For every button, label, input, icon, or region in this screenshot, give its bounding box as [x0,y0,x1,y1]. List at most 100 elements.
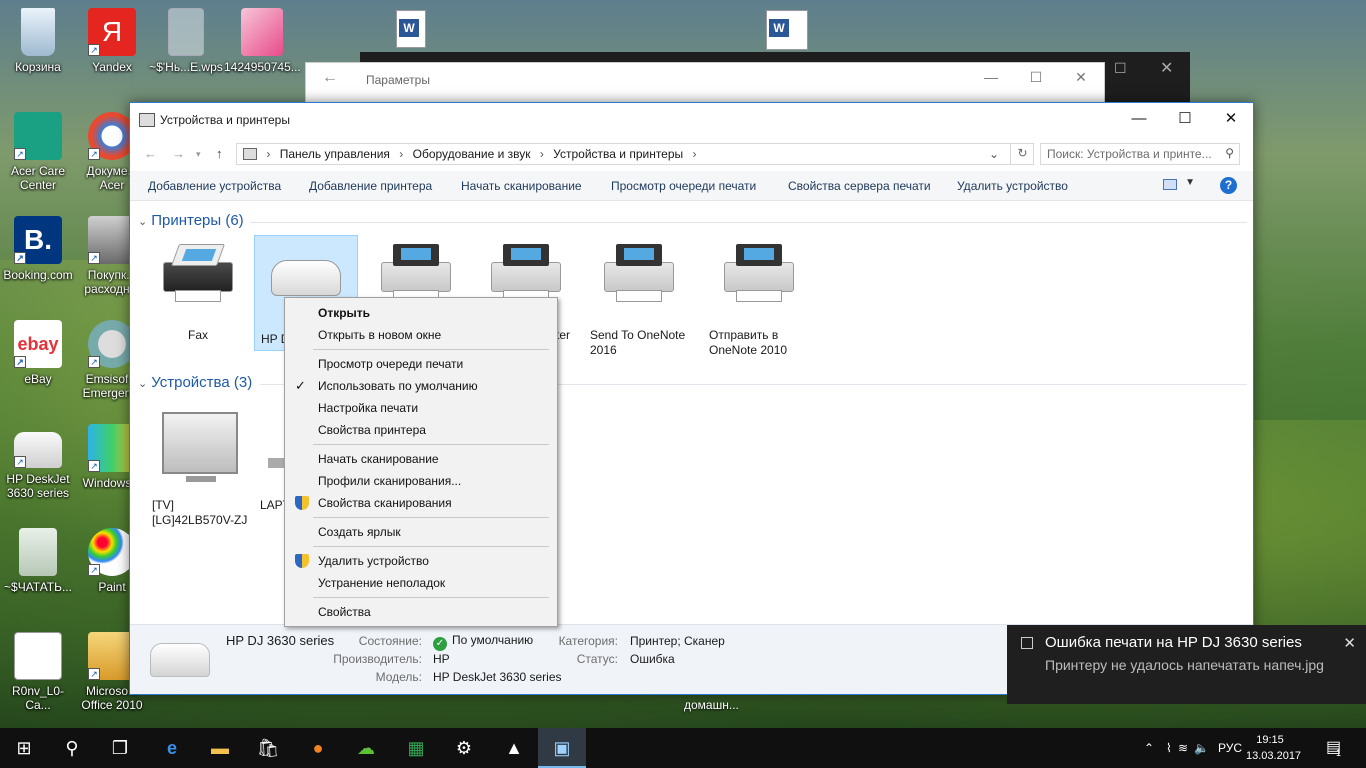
desktop-icon-hp-deskjet[interactable]: ↗ HP DeskJet 3630 series [0,424,76,500]
start-scan-button[interactable]: Начать сканирование [461,179,582,193]
printers-group-header[interactable]: ⌄ Принтеры (6) [138,212,244,229]
task-view-icon[interactable]: ❐ [96,728,144,768]
breadcrumb-sep[interactable]: › [540,147,544,161]
photos-icon[interactable]: ▲ [490,728,538,768]
view-options-icon[interactable] [1163,179,1177,190]
edge-browser-icon[interactable]: e [148,728,196,768]
close-button[interactable]: ✕ [1208,103,1254,137]
print-error-notification[interactable]: Ошибка печати на HP DJ 3630 series Принт… [1007,625,1366,704]
close-icon[interactable]: ✕ [1066,69,1096,86]
green-app-icon[interactable]: ☁ [342,728,390,768]
breadcrumb-devices-printers[interactable]: Устройства и принтеры [553,147,683,161]
settings-window[interactable]: ← Параметры — ☐ ✕ [305,62,1105,104]
network-icon[interactable]: ⌇ [1166,728,1172,768]
breadcrumb-hardware-sound[interactable]: Оборудование и звук [413,147,531,161]
search-icon[interactable]: ⚲ [48,728,96,768]
command-bar: Добавление устройства Добавление принтер… [130,171,1253,201]
breadcrumb-sep[interactable]: › [399,147,403,161]
title-bar[interactable]: Устройства и принтеры — ☐ ✕ [130,103,1253,137]
word-document-icon[interactable]: W [766,10,808,50]
desktop-icon-word-file[interactable]: ~$ЧАТАТЬ... [0,528,76,594]
printer-item-onenote-2010[interactable]: Отправить в OneNote 2010 [704,238,808,358]
menu-item-open[interactable]: Открыть [285,302,557,324]
devices-printers-taskbar-icon[interactable]: ▣ [538,728,586,768]
desktop-icon-ebay[interactable]: ebay ↗ eBay [0,320,76,386]
wifi-icon[interactable]: ≋ [1178,728,1188,768]
printer-item-send-to-onenote-2016[interactable]: Send To OneNote 2016 [584,238,688,358]
menu-item-print-preferences[interactable]: Настройка печати [285,397,557,419]
ebay-icon: ebay ↗ [14,320,62,368]
details-state-value: ✓ По умолчанию [433,633,533,651]
recent-dropdown-icon[interactable]: ▾ [196,149,201,160]
desktop-icon-acer-care-center[interactable]: ↗ Acer Care Center [0,112,76,192]
collapse-chevron-icon[interactable]: ⌄ [138,216,147,228]
spreadsheet-app-icon[interactable]: ▦ [392,728,440,768]
help-icon[interactable]: ? [1220,177,1237,194]
remove-device-button[interactable]: Удалить устройство [957,179,1068,193]
printer-item-fax[interactable]: Fax [146,238,250,343]
details-status-label: Статус: [576,652,618,666]
menu-item-scan-properties[interactable]: Свойства сканирования [285,492,557,514]
menu-item-printer-properties[interactable]: Свойства принтера [285,419,557,441]
menu-item-properties[interactable]: Свойства [285,601,557,623]
minimize-icon[interactable]: — [976,69,1006,85]
desktop-icon-recycle-bin[interactable]: Корзина [0,8,76,74]
menu-item-set-default[interactable]: ✓ Использовать по умолчанию [285,375,557,397]
start-windows-icon[interactable]: ⊞ [0,728,48,768]
printer-icon: ↗ [14,432,62,468]
desktop-icon-image-file[interactable]: 1424950745... [224,8,301,74]
close-icon[interactable]: ✕ [1160,58,1173,78]
collapse-chevron-icon[interactable]: ⌄ [138,378,147,390]
devices-group-header[interactable]: ⌄ Устройства (3) [138,374,252,391]
word-document-icon[interactable]: W [396,10,426,48]
add-device-button[interactable]: Добавление устройства [148,179,281,193]
show-hidden-icons-chevron-icon[interactable]: ⌃ [1144,728,1154,768]
yandex-icon: Я ↗ [88,8,136,56]
back-arrow-icon[interactable]: ← [322,69,338,87]
menu-item-remove-device[interactable]: Удалить устройство [285,550,557,572]
refresh-icon[interactable]: ↻ [1010,143,1034,165]
breadcrumb-sep[interactable]: › [266,147,270,161]
address-row: ← → ▾ ↑ › Панель управления › Оборудован… [130,141,1253,167]
store-icon[interactable]: 🛍 [244,728,292,768]
search-input[interactable]: Поиск: Устройства и принте... ⚲ [1040,143,1240,165]
minimize-button[interactable]: — [1116,103,1162,137]
control-panel-icon [243,148,257,160]
desktop-icon-yandex[interactable]: Я ↗ Yandex [74,8,150,74]
details-maker-value: HP [433,652,450,666]
print-server-properties-button[interactable]: Свойства сервера печати [788,179,931,193]
monitor-icon [156,408,246,486]
address-dropdown-icon[interactable]: ⌄ [989,147,999,161]
address-bar[interactable]: › Панель управления › Оборудование и зву… [236,143,1034,165]
add-printer-button[interactable]: Добавление принтера [309,179,432,193]
print-queue-button[interactable]: Просмотр очереди печати [611,179,756,193]
desktop-icon-wps-file[interactable]: ~$'Нь...E.wps [148,8,224,74]
maximize-icon[interactable]: ☐ [1021,69,1051,86]
menu-item-open-new-window[interactable]: Открыть в новом окне [285,324,557,346]
forward-nav-icon[interactable]: → [172,146,185,161]
maximize-icon[interactable]: ☐ [1114,60,1127,77]
settings-gear-icon[interactable]: ⚙ [440,728,488,768]
language-indicator[interactable]: РУС [1218,728,1242,768]
menu-item-create-shortcut[interactable]: Создать ярлык [285,521,557,543]
up-nav-icon[interactable]: ↑ [216,146,223,161]
volume-icon[interactable]: 🔈 [1194,728,1209,768]
clock[interactable]: 19:15 13.03.2017 [1246,732,1301,764]
breadcrumb-sep[interactable]: › [693,147,697,161]
maximize-button[interactable]: ☐ [1162,103,1208,137]
menu-item-troubleshoot[interactable]: Устранение неполадок [285,572,557,594]
firefox-icon[interactable]: ● [294,728,342,768]
menu-item-print-queue[interactable]: Просмотр очереди печати [285,353,557,375]
desktop-icon-booking[interactable]: B. ↗ Booking.com [0,216,76,282]
search-icon[interactable]: ⚲ [1225,146,1234,160]
device-item-tv[interactable]: [TV][LG]42LB570V-ZJ [146,408,250,528]
back-nav-icon[interactable]: ← [144,146,157,161]
check-circle-icon: ✓ [433,637,447,651]
menu-item-start-scan[interactable]: Начать сканирование [285,448,557,470]
close-icon[interactable]: ✕ [1343,634,1356,652]
chevron-down-icon[interactable]: ▼ [1185,177,1195,188]
file-explorer-icon[interactable]: ▬ [196,728,244,768]
breadcrumb-control-panel[interactable]: Панель управления [280,147,390,161]
desktop-icon-r0nv[interactable]: R0nv_L0-Ca... [0,632,76,712]
menu-item-scan-profiles[interactable]: Профили сканирования... [285,470,557,492]
